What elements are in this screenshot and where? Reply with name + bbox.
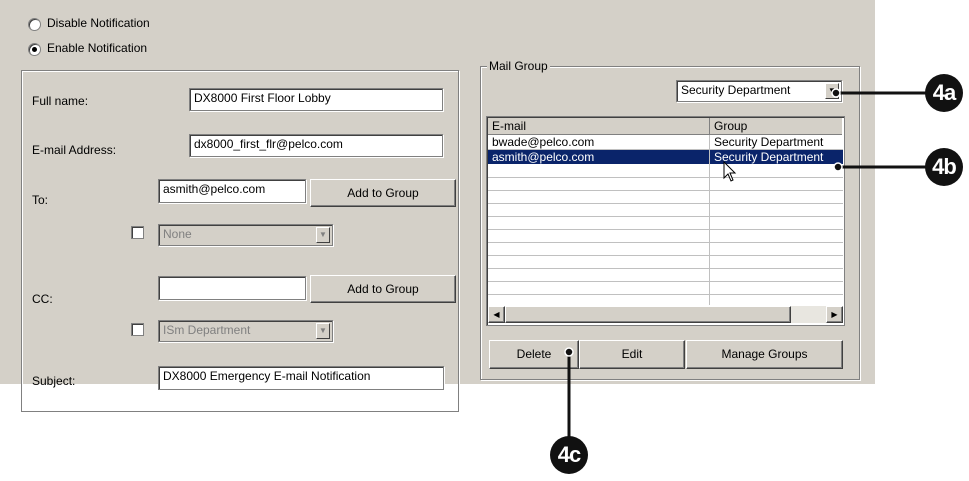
- callout-4c: 4c: [550, 436, 588, 474]
- callout-4b: 4b: [925, 148, 963, 186]
- callout-lines: [564, 88, 935, 440]
- callout-4a: 4a: [925, 74, 963, 112]
